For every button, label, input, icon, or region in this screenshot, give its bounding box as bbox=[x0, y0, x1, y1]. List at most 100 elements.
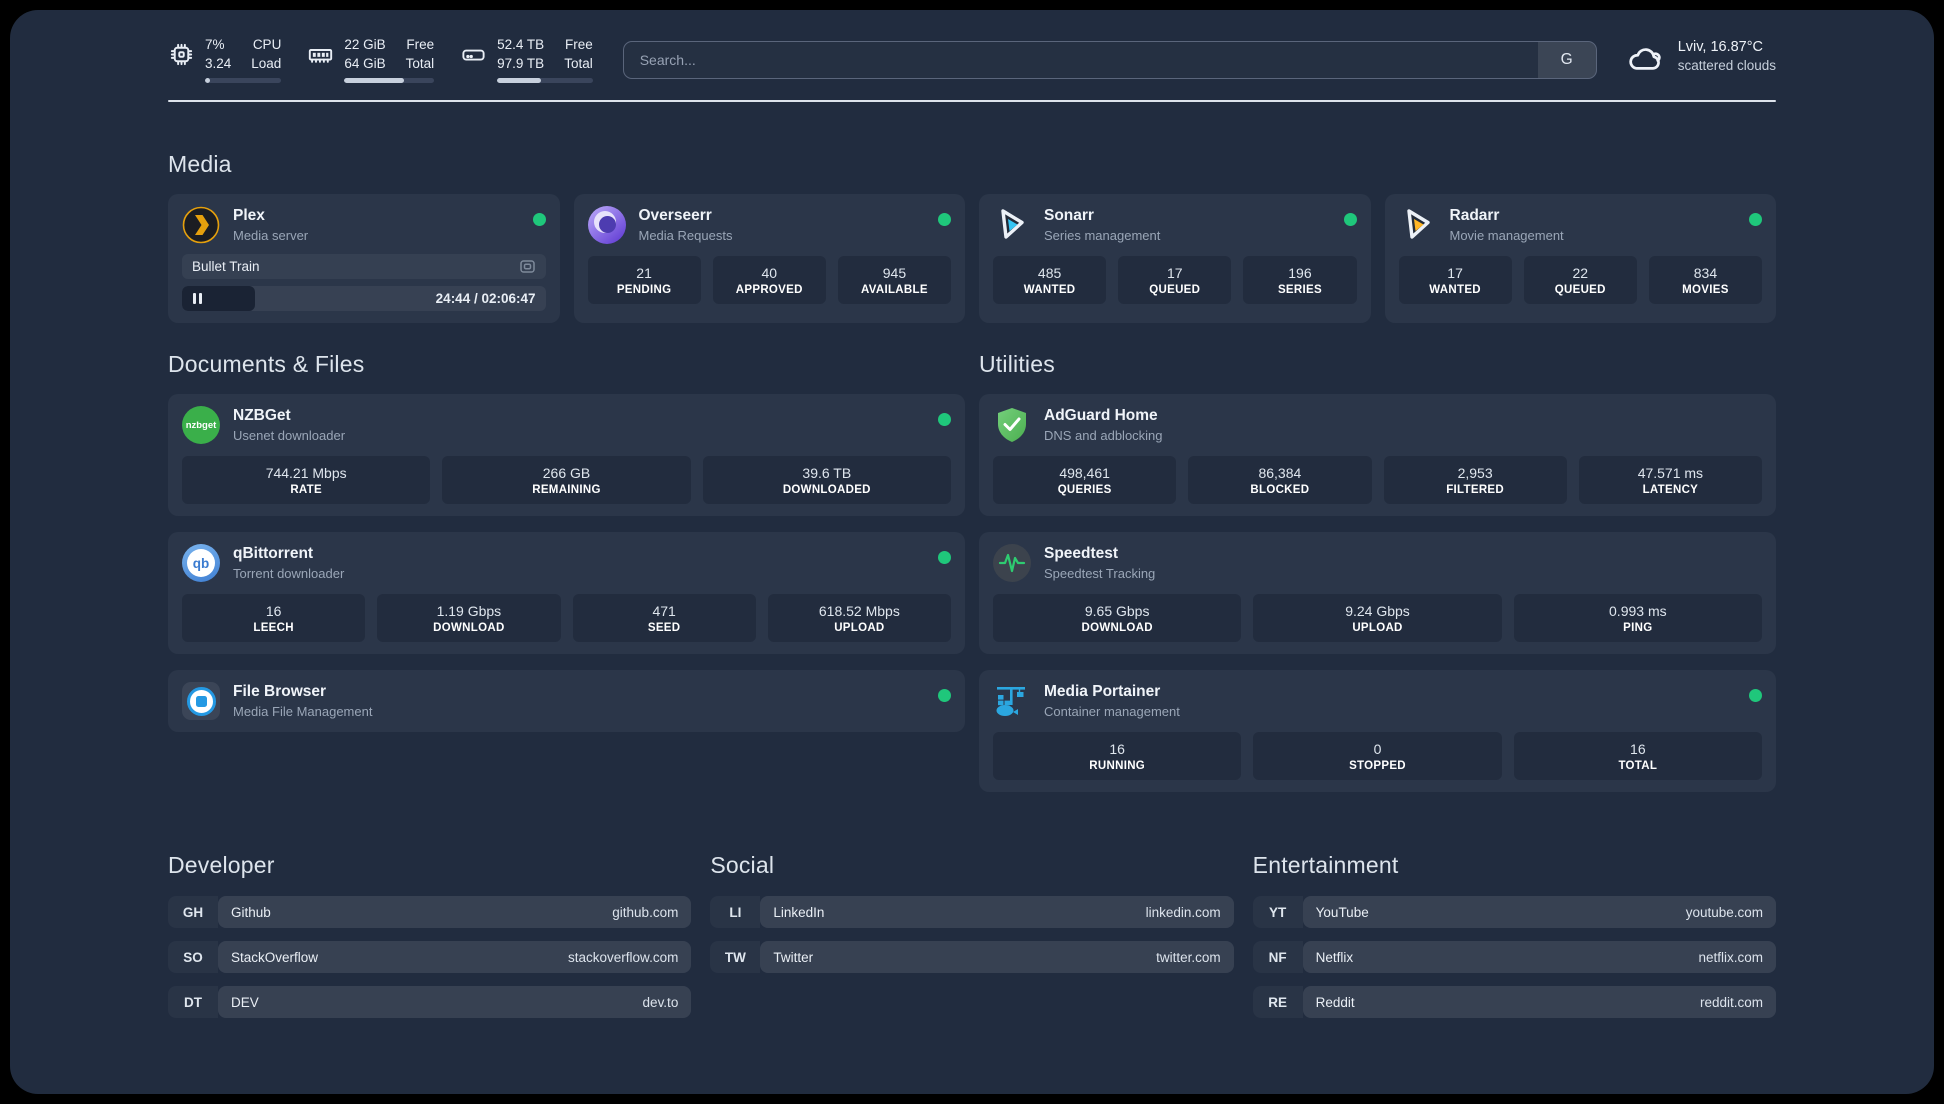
link-abbr: NF bbox=[1252, 941, 1303, 974]
app-card-nzbget[interactable]: nzbget NZBGet Usenet downloader 744.21 M… bbox=[168, 394, 965, 517]
section-title-social: Social bbox=[710, 852, 775, 879]
stat-pending: 21 PENDING bbox=[587, 256, 701, 305]
search-engine-button[interactable]: G bbox=[1537, 42, 1596, 78]
section-title-media: Media bbox=[168, 151, 232, 178]
status-dot bbox=[938, 551, 951, 565]
section-title-developer: Developer bbox=[168, 852, 275, 879]
app-card-radarr[interactable]: Radarr Movie management 17 WANTED 22 QUE… bbox=[1384, 194, 1776, 324]
link-url: twitter.com bbox=[1156, 949, 1221, 965]
status-dot bbox=[532, 213, 546, 227]
app-card-speedtest[interactable]: Speedtest Speedtest Tracking 9.65 Gbps D… bbox=[979, 532, 1776, 655]
now-playing-title: Bullet Train bbox=[192, 259, 260, 275]
memory-stat: 22 GiB Free 64 GiB Total bbox=[307, 36, 435, 84]
stat-downloaded: 39.6 TB DOWNLOADED bbox=[702, 456, 951, 505]
cpu-progress-bar bbox=[205, 78, 282, 84]
app-card-adguard[interactable]: AdGuard Home DNS and adblocking 498,461 … bbox=[979, 394, 1776, 517]
status-dot bbox=[938, 689, 951, 703]
link-abbr: RE bbox=[1252, 986, 1303, 1019]
cpu-load-label: Load bbox=[251, 55, 282, 71]
app-subtitle: Torrent downloader bbox=[233, 566, 345, 582]
link-name: Twitter bbox=[773, 949, 814, 965]
app-name: Plex bbox=[233, 207, 265, 225]
app-name: Radarr bbox=[1449, 207, 1500, 225]
portainer-icon bbox=[993, 682, 1031, 720]
link-url: netflix.com bbox=[1698, 949, 1763, 965]
stat-stopped: 0 STOPPED bbox=[1253, 732, 1502, 781]
pause-icon[interactable] bbox=[193, 293, 202, 305]
status-dot bbox=[938, 413, 951, 427]
stat-queued: 17 QUEUED bbox=[1118, 256, 1232, 305]
stat-movies: 834 MOVIES bbox=[1648, 256, 1763, 305]
stat-download: 1.19 Gbps DOWNLOAD bbox=[377, 594, 561, 643]
stat-filtered: 2,953 FILTERED bbox=[1383, 456, 1567, 505]
weather-condition: scattered clouds bbox=[1677, 58, 1776, 73]
link-name: StackOverflow bbox=[231, 949, 319, 965]
app-card-filebrowser[interactable]: File Browser Media File Management bbox=[168, 670, 965, 733]
app-card-qbittorrent[interactable]: qb qBittorrent Torrent downloader 16 LEE… bbox=[168, 532, 965, 655]
disk-stat: 52.4 TB Free 97.9 TB Total bbox=[460, 36, 593, 84]
app-card-overseerr[interactable]: Overseerr Media Requests 21 PENDING 40 A… bbox=[573, 194, 965, 324]
stat-seed: 471 SEED bbox=[572, 594, 756, 643]
stat-ping: 0.993 ms PING bbox=[1513, 594, 1762, 643]
weather-widget: Lviv, 16.87°C scattered clouds bbox=[1625, 39, 1776, 79]
disk-total-value: 97.9 TB bbox=[497, 55, 545, 71]
link-linkedin[interactable]: LI LinkedIn linkedin.com bbox=[710, 896, 1234, 929]
disk-total-label: Total bbox=[564, 55, 593, 71]
stat-leech: 16 LEECH bbox=[182, 594, 366, 643]
stat-series: 196 SERIES bbox=[1243, 256, 1357, 305]
disk-free-value: 52.4 TB bbox=[497, 37, 545, 52]
link-reddit[interactable]: RE Reddit reddit.com bbox=[1252, 986, 1776, 1019]
stat-remaining: 266 GB REMAINING bbox=[442, 456, 691, 505]
search-input[interactable] bbox=[623, 42, 1538, 78]
radarr-icon bbox=[1399, 206, 1437, 244]
app-name: NZBGet bbox=[233, 407, 291, 425]
link-url: dev.to bbox=[642, 994, 679, 1010]
cpu-icon bbox=[168, 41, 195, 68]
link-github[interactable]: GH Github github.com bbox=[168, 896, 692, 929]
app-name: Sonarr bbox=[1044, 207, 1094, 225]
stat-wanted: 485 WANTED bbox=[993, 256, 1107, 305]
playback-progress[interactable]: 24:44 / 02:06:47 bbox=[182, 286, 546, 312]
app-subtitle: Media Requests bbox=[638, 228, 733, 244]
app-name: Speedtest bbox=[1044, 545, 1119, 563]
link-twitter[interactable]: TW Twitter twitter.com bbox=[710, 941, 1234, 974]
stat-running: 16 RUNNING bbox=[993, 732, 1242, 781]
filebrowser-icon bbox=[182, 682, 220, 721]
sonarr-icon bbox=[993, 206, 1031, 244]
app-subtitle: Movie management bbox=[1449, 228, 1564, 244]
link-url: reddit.com bbox=[1699, 994, 1763, 1010]
link-abbr: DT bbox=[168, 986, 218, 1019]
app-subtitle: Media File Management bbox=[233, 704, 373, 720]
app-card-portainer[interactable]: Media Portainer Container management 16 … bbox=[979, 670, 1776, 793]
stat-upload: 9.24 Gbps UPLOAD bbox=[1253, 594, 1502, 643]
speedtest-icon bbox=[993, 544, 1031, 583]
app-card-sonarr[interactable]: Sonarr Series management 485 WANTED 17 Q… bbox=[979, 194, 1371, 324]
link-stackoverflow[interactable]: SO StackOverflow stackoverflow.com bbox=[168, 941, 692, 974]
resource-stats: 7% CPU 3.24 Load 22 GiB Free 64 GiB Tota… bbox=[168, 36, 593, 84]
status-dot bbox=[1343, 213, 1357, 227]
link-url: youtube.com bbox=[1685, 904, 1763, 920]
plex-icon bbox=[182, 206, 220, 244]
cpu-usage-label: CPU bbox=[252, 37, 282, 52]
link-name: Reddit bbox=[1315, 994, 1355, 1010]
link-netflix[interactable]: NF Netflix netflix.com bbox=[1252, 941, 1776, 974]
adguard-icon bbox=[993, 406, 1031, 444]
stat-queries: 498,461 QUERIES bbox=[993, 456, 1177, 505]
weather-location-temp: Lviv, 16.87°C bbox=[1677, 39, 1764, 55]
app-name: qBittorrent bbox=[233, 545, 314, 563]
link-youtube[interactable]: YT YouTube youtube.com bbox=[1252, 896, 1776, 929]
link-abbr: SO bbox=[168, 941, 218, 974]
stat-upload: 618.52 Mbps UPLOAD bbox=[767, 594, 951, 643]
qbittorrent-icon: qb bbox=[182, 544, 220, 583]
app-subtitle: Container management bbox=[1044, 704, 1180, 720]
overseerr-icon bbox=[587, 206, 626, 245]
status-dot bbox=[938, 213, 951, 227]
stat-available: 945 AVAILABLE bbox=[837, 256, 952, 305]
disk-free-label: Free bbox=[564, 37, 593, 52]
app-subtitle: Speedtest Tracking bbox=[1044, 566, 1156, 582]
link-abbr: TW bbox=[710, 941, 761, 974]
app-card-plex[interactable]: Plex Media server Bullet Train 24:44 / 0… bbox=[168, 194, 560, 324]
link-dev[interactable]: DT DEV dev.to bbox=[168, 986, 692, 1019]
memory-icon bbox=[307, 41, 334, 68]
stat-wanted: 17 WANTED bbox=[1398, 256, 1512, 305]
